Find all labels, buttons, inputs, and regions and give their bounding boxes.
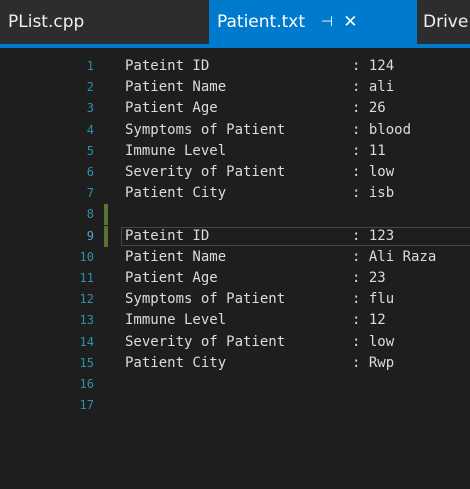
line-number: 11 <box>79 271 94 285</box>
code-line[interactable]: 11 Patient Age : 23 <box>0 268 470 289</box>
field-key: Pateint ID <box>125 227 210 244</box>
field-value: : ali <box>352 79 395 96</box>
code-line[interactable]: 1 Pateint ID : 124 <box>0 56 470 77</box>
code-line[interactable]: 9 Pateint ID : 123 <box>0 225 470 247</box>
line-number: 5 <box>86 143 94 158</box>
line-number: 7 <box>86 186 94 201</box>
pin-icon[interactable]: ⊣ <box>321 14 333 30</box>
field-key: Symptoms of Patient <box>125 121 286 138</box>
line-number: 8 <box>86 207 94 222</box>
line-number: 15 <box>79 355 94 370</box>
code-line[interactable]: 7 Patient City : isb <box>0 183 470 204</box>
editor-content[interactable]: 1 Pateint ID: 124 2 Patient Name: ali 3 Patie… <box>0 48 470 489</box>
line-number: 10 <box>79 249 94 264</box>
field-key: Severity of Patient <box>125 164 286 180</box>
line-number: 14 <box>79 334 94 349</box>
field-key: Patient Name <box>125 79 227 96</box>
field-value: : 23 <box>352 270 386 286</box>
code-line[interactable]: 5 Immune Level : 11 <box>0 141 470 162</box>
tab-label: Drive <box>423 12 469 32</box>
text-editor: PList.cpp Patient.txt ⊣ ✕ Drive 1 Pateint… <box>0 0 470 489</box>
line-number: 4 <box>86 122 94 137</box>
field-value: : blood <box>352 121 412 138</box>
field-key: Patient Age <box>125 270 218 286</box>
field-value: : 124 <box>352 58 395 74</box>
field-key: Immune Level <box>125 142 227 159</box>
field-key: Patient Name <box>125 248 227 265</box>
field-key: Patient City <box>125 354 227 371</box>
line-number: 16 <box>79 377 94 391</box>
line-number: 3 <box>86 101 94 116</box>
code-line[interactable]: 14 Severity of Patient : low <box>0 332 470 353</box>
code-line[interactable]: 16 <box>0 374 470 395</box>
code-line[interactable]: 15 Patient City : Rwp <box>0 353 470 374</box>
field-value: : low <box>352 164 395 180</box>
code-line[interactable]: 12 Symptoms of Patient : flu <box>0 289 470 310</box>
code-line[interactable]: 8 <box>0 204 470 226</box>
line-number: 6 <box>86 165 94 179</box>
code-line[interactable]: 6 Severity of Patient : low <box>0 162 470 183</box>
line-number: 13 <box>79 313 94 328</box>
field-value: : flu <box>352 291 395 308</box>
field-value: : 11 <box>352 142 386 159</box>
code-line[interactable]: 3 Patient Age : 26 <box>0 98 470 119</box>
code-line[interactable]: 4 Symptoms of Patient : blood <box>0 120 470 141</box>
field-key: Pateint ID <box>125 58 210 74</box>
line-number: 17 <box>79 398 94 413</box>
line-number: 1 <box>86 59 94 73</box>
field-value: : Rwp <box>352 354 395 371</box>
field-key: Patient City <box>125 185 227 202</box>
code-line[interactable]: 2 Patient Name : ali <box>0 77 470 98</box>
tab-driver[interactable]: Drive <box>417 0 468 44</box>
field-key: Patient Age <box>125 100 218 117</box>
field-key: Severity of Patient <box>125 333 286 350</box>
change-marker <box>104 225 108 247</box>
field-value: : Ali Raza <box>352 248 437 265</box>
tab-patient-txt[interactable]: Patient.txt ⊣ ✕ <box>209 0 417 44</box>
tab-label: PList.cpp <box>8 12 85 32</box>
tab-plist-cpp[interactable]: PList.cpp <box>0 0 209 44</box>
field-value: : low <box>352 333 395 350</box>
close-icon[interactable]: ✕ <box>343 12 357 32</box>
line-number: 9 <box>86 228 94 243</box>
field-value: : 12 <box>352 312 386 329</box>
field-value: : 123 <box>352 227 395 244</box>
change-marker <box>104 204 108 226</box>
tab-label: Patient.txt <box>217 12 305 32</box>
field-value: : 26 <box>352 100 386 117</box>
document-tab-bar: PList.cpp Patient.txt ⊣ ✕ Drive <box>0 0 470 44</box>
line-number: 12 <box>79 292 94 307</box>
line-number: 2 <box>86 80 94 95</box>
code-line[interactable]: 13 Immune Level : 12 <box>0 310 470 331</box>
field-key: Symptoms of Patient <box>125 291 286 308</box>
code-line[interactable]: 10 Patient Name : Ali Raza <box>0 247 470 268</box>
field-value: : isb <box>352 185 395 202</box>
field-key: Immune Level <box>125 312 227 329</box>
code-line[interactable]: 17 <box>0 395 470 416</box>
